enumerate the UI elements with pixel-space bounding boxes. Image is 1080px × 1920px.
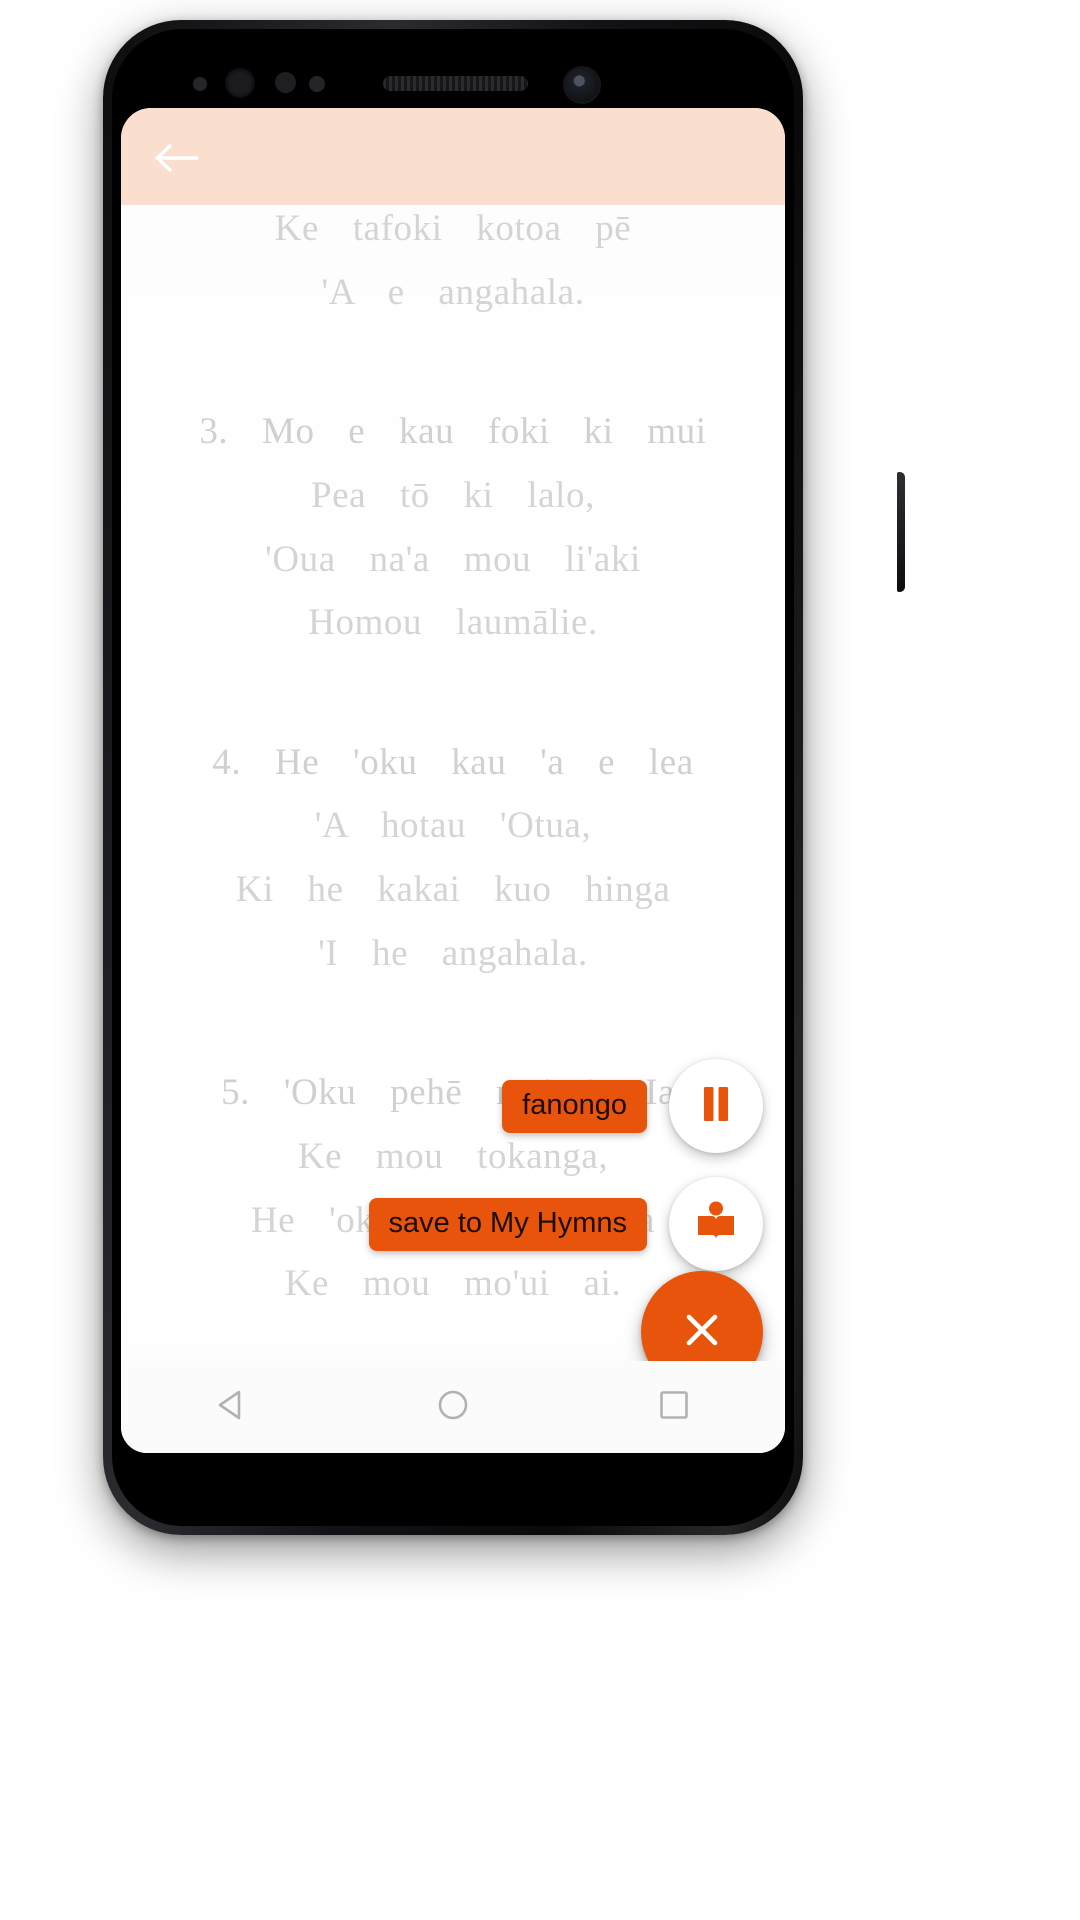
open-book-icon: [694, 1201, 738, 1248]
square-recents-icon: [656, 1387, 692, 1428]
fab-label-listen[interactable]: fanongo: [502, 1079, 647, 1133]
android-recents-key[interactable]: [629, 1372, 719, 1442]
save-to-my-hymns-fab-button[interactable]: [669, 1177, 763, 1271]
lyrics-line: Ki he kakai kuo hinga: [235, 869, 671, 910]
fab-row-save: save to My Hymns: [368, 1177, 763, 1271]
lyrics-verse: 4. He 'oku kau 'a e lea 'A hotau 'Otua, …: [121, 731, 785, 986]
lyrics-line: 4. He 'oku kau 'a e lea: [212, 741, 694, 783]
lyrics-line: 'A hotau 'Otua,: [314, 805, 592, 847]
phone-screen: Ke tafoki kotoa pē 'A e angahala. 3. Mo …: [121, 108, 785, 1453]
fab-label-save-to-my-hymns[interactable]: save to My Hymns: [368, 1197, 647, 1251]
power-button[interactable]: [897, 472, 905, 592]
android-navigation-bar: [121, 1361, 785, 1453]
lyrics-verse: Ke tafoki kotoa pē 'A e angahala.: [121, 205, 785, 324]
triangle-back-icon: [214, 1387, 250, 1428]
lyrics-line: 3. Mo e kau foki ki mui: [199, 411, 707, 453]
arrow-left-icon: [154, 141, 200, 175]
lyrics-content-area[interactable]: Ke tafoki kotoa pē 'A e angahala. 3. Mo …: [121, 205, 785, 1453]
lyrics-verse: 3. Mo e kau foki ki mui Pea tō ki lalo, …: [121, 400, 785, 655]
lyrics-line: Ke tafoki kotoa pē: [274, 208, 632, 249]
circle-home-icon: [435, 1387, 471, 1428]
back-button[interactable]: [147, 132, 207, 184]
lyrics-line: Homou laumālie.: [308, 602, 598, 644]
lyrics-line: 'I he angahala.: [318, 932, 588, 974]
fab-row-listen: fanongo: [502, 1059, 763, 1153]
app-bar: [121, 108, 785, 205]
listen-fab-button[interactable]: [669, 1059, 763, 1153]
lyrics-line: 'A e angahala.: [321, 271, 585, 313]
android-home-key[interactable]: [408, 1372, 498, 1442]
screenshot-scene: Ke tafoki kotoa pē 'A e angahala. 3. Mo …: [0, 0, 1080, 1920]
phone-device-frame: Ke tafoki kotoa pē 'A e angahala. 3. Mo …: [103, 20, 905, 1535]
android-back-key[interactable]: [187, 1372, 277, 1442]
close-icon: [680, 1308, 724, 1357]
lyrics-line: Pea tō ki lalo,: [310, 474, 595, 516]
pause-icon: [699, 1085, 733, 1128]
lyrics-line: 'Oua na'a mou li'aki: [265, 538, 641, 580]
